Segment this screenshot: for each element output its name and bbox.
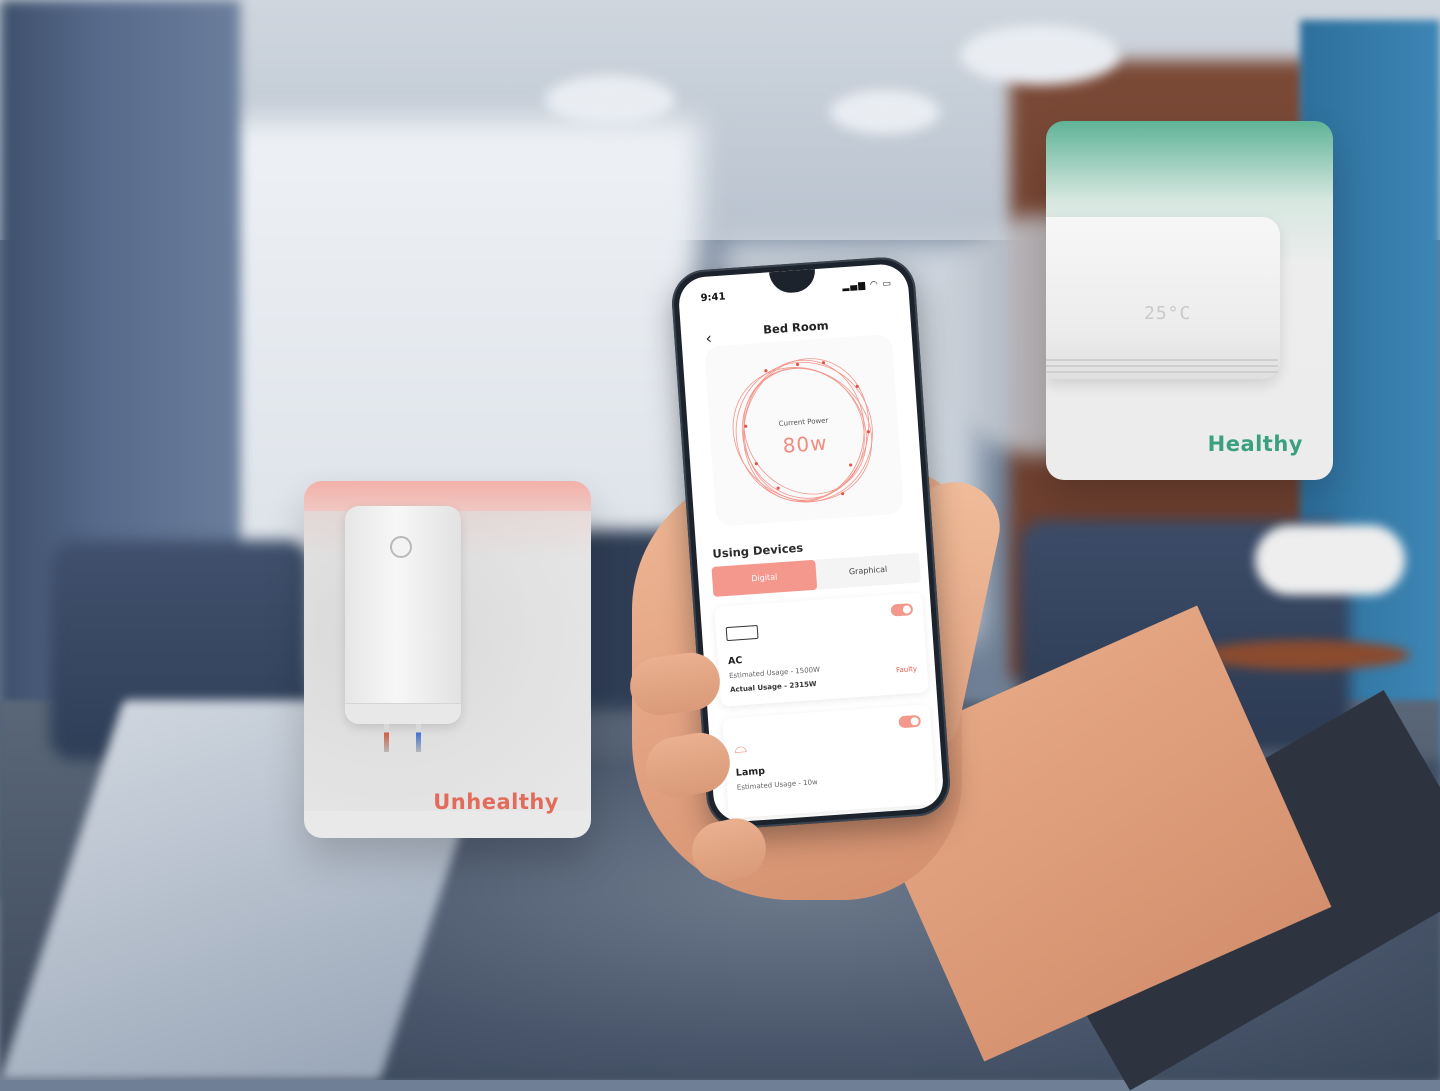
healthy-status-label: Healthy — [1207, 432, 1303, 456]
power-gauge: Current Power 80w — [704, 333, 905, 527]
actual-usage: Actual Usage - 2315W — [729, 679, 817, 694]
ceiling-light — [830, 90, 940, 134]
hot-pipe — [384, 724, 389, 752]
cold-pipe — [416, 724, 421, 752]
device-card-ac[interactable]: AC Estimated Usage - 1500W Actual Usage … — [714, 592, 929, 707]
ac-icon — [725, 624, 759, 645]
air-conditioner-image: 25°C — [1046, 217, 1280, 379]
ceiling-light — [545, 75, 675, 125]
ac-temperature-display: 25°C — [1144, 303, 1192, 324]
unhealthy-device-card[interactable]: Unhealthy — [304, 481, 591, 838]
using-devices-title: Using Devices — [712, 540, 804, 561]
thermostat-dial-icon — [390, 536, 412, 558]
lamp-icon: ⌓ — [733, 737, 748, 757]
floor-lamp — [1255, 525, 1405, 595]
side-table — [1200, 640, 1410, 670]
water-heater-image — [345, 506, 461, 724]
lamp-power-toggle[interactable] — [898, 714, 922, 729]
ac-vent — [1046, 359, 1278, 361]
healthy-device-card[interactable]: 25°C Healthy — [1046, 121, 1333, 480]
device-name: Lamp — [735, 765, 766, 779]
ac-vent — [1046, 371, 1278, 373]
tab-digital[interactable]: Digital — [711, 559, 818, 597]
status-time: 9:41 — [700, 291, 726, 305]
device-card-lamp[interactable]: ⌓ Lamp Estimated Usage - 10w — [722, 704, 937, 819]
device-status-badge: Faulty — [895, 664, 918, 675]
water-heater-base — [345, 703, 461, 724]
camera-notch — [769, 269, 817, 295]
ceiling-light — [960, 25, 1120, 85]
estimated-usage: Estimated Usage - 10w — [736, 778, 818, 792]
signal-wifi-battery-icon: ▂▄▆ ◠ ▭ — [842, 278, 893, 293]
view-toggle: Digital Graphical — [711, 552, 922, 597]
device-name: AC — [727, 655, 743, 668]
unhealthy-status-label: Unhealthy — [433, 790, 559, 814]
ac-vent — [1046, 365, 1278, 367]
estimated-usage: Estimated Usage - 1500W — [728, 665, 821, 681]
tab-graphical[interactable]: Graphical — [815, 552, 921, 589]
ac-power-toggle[interactable] — [890, 603, 914, 617]
